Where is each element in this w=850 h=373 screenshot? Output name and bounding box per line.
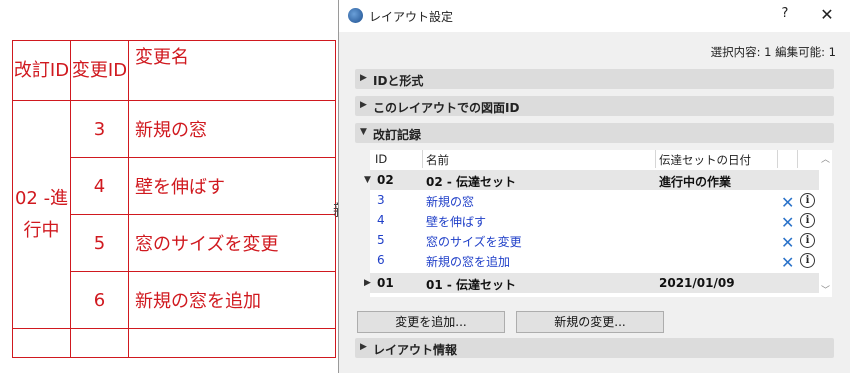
collapse-arrow-icon[interactable]: ▼ <box>364 175 371 185</box>
section-label: このレイアウトでの図面ID <box>373 101 520 115</box>
change-name-cell: 壁を伸ばす <box>128 157 336 215</box>
add-change-button[interactable]: 変更を追加... <box>357 311 505 333</box>
revision-date: 2021/01/09 <box>659 276 735 290</box>
revision-id: 02 <box>377 173 394 187</box>
change-name-cell: 新規の窓 <box>128 100 336 158</box>
change-name: 新規の窓を追加 <box>426 255 511 269</box>
info-icon[interactable]: i <box>800 193 815 208</box>
layout-settings-dialog: レイアウト設定 ? ✕ 選択内容: 1 編集可能: 1 ▶ IDと形式 ▶ この… <box>338 0 850 373</box>
section-id-and-format[interactable]: ▶ IDと形式 <box>355 69 834 89</box>
table-header: ID 名前 伝達セットの日付 <box>370 150 819 168</box>
change-id: 3 <box>377 193 385 207</box>
column-header-id[interactable]: ID <box>375 152 387 166</box>
change-row[interactable]: 5 窓のサイズを変更 ✕ i <box>370 230 819 252</box>
change-row[interactable]: 6 新規の窓を追加 ✕ i <box>370 250 819 272</box>
revision-label-cell: 02 -進行中 <box>12 100 71 329</box>
revision-date: 進行中の作業 <box>659 175 732 189</box>
section-label: レイアウト情報 <box>373 343 458 357</box>
section-drawing-id[interactable]: ▶ このレイアウトでの図面ID <box>355 96 834 116</box>
revision-id: 01 <box>377 276 394 290</box>
app-icon <box>348 8 363 23</box>
revision-history-table: ID 名前 伝達セットの日付 ▼ 02 02 - 伝達セット 進行中の作業 3 … <box>364 150 819 297</box>
change-name: 壁を伸ばす <box>426 215 487 229</box>
new-change-button[interactable]: 新規の変更... <box>516 311 664 333</box>
section-label: 改訂記録 <box>373 128 422 142</box>
change-id: 6 <box>377 253 385 267</box>
scroll-down-icon[interactable]: ﹀ <box>821 283 830 296</box>
dialog-title: レイアウト設定 <box>369 10 454 24</box>
selection-info: 選択内容: 1 編集可能: 1 <box>710 45 836 59</box>
revision-group-row[interactable]: ▶ 01 01 - 伝達セット 2021/01/09 <box>364 273 819 293</box>
column-divider <box>422 150 423 168</box>
change-id: 5 <box>377 233 385 247</box>
info-icon[interactable]: i <box>800 253 815 268</box>
empty-cell <box>12 328 71 358</box>
change-id-cell: 4 <box>70 157 129 215</box>
expand-arrow-icon: ▶ <box>360 100 367 110</box>
change-id-cell: 5 <box>70 214 129 272</box>
change-id-cell: 3 <box>70 100 129 158</box>
empty-cell <box>70 328 129 358</box>
info-icon[interactable]: i <box>800 213 815 228</box>
collapse-arrow-icon: ▼ <box>360 127 367 137</box>
change-name: 新規の窓 <box>426 195 475 209</box>
column-divider <box>655 150 656 168</box>
close-icon[interactable]: ✕ <box>817 5 837 25</box>
column-header-date[interactable]: 伝達セットの日付 <box>659 152 751 168</box>
background-revision-table: 改訂ID 変更ID 変更名 02 -進行中 3 新規の窓 4 壁を伸ばす 5 窓… <box>12 40 336 358</box>
empty-cell <box>128 328 336 358</box>
change-row[interactable]: 4 壁を伸ばす ✕ i <box>370 210 819 232</box>
section-layout-info[interactable]: ▶ レイアウト情報 <box>355 338 834 358</box>
header-change-name: 変更名 <box>128 40 336 101</box>
revision-group-row[interactable]: ▼ 02 02 - 伝達セット 進行中の作業 <box>364 170 819 190</box>
table-scrollbar[interactable]: ︿ ﹀ <box>819 150 832 297</box>
expand-arrow-icon: ▶ <box>360 342 367 352</box>
change-id: 4 <box>377 213 385 227</box>
change-name-cell: 新規の窓を追加 <box>128 271 336 329</box>
change-id-cell: 6 <box>70 271 129 329</box>
header-change-id: 変更ID <box>70 40 129 101</box>
dialog-titlebar[interactable]: レイアウト設定 ? ✕ <box>339 0 850 32</box>
scroll-up-icon[interactable]: ︿ <box>821 152 830 165</box>
expand-arrow-icon: ▶ <box>360 73 367 83</box>
section-revision-history[interactable]: ▼ 改訂記録 <box>355 123 834 143</box>
section-label: IDと形式 <box>373 74 424 88</box>
change-name: 窓のサイズを変更 <box>426 235 522 249</box>
expand-arrow-icon[interactable]: ▶ <box>364 278 371 288</box>
revision-name: 02 - 伝達セット <box>426 175 517 189</box>
delete-icon[interactable]: ✕ <box>781 253 794 272</box>
header-rev-id: 改訂ID <box>12 40 71 101</box>
column-divider <box>777 150 778 168</box>
info-icon[interactable]: i <box>800 233 815 248</box>
column-header-name[interactable]: 名前 <box>426 152 449 168</box>
help-button[interactable]: ? <box>777 6 793 26</box>
change-row[interactable]: 3 新規の窓 ✕ i <box>370 190 819 212</box>
change-name-cell: 窓のサイズを変更 <box>128 214 336 272</box>
column-divider <box>797 150 798 168</box>
revision-name: 01 - 伝達セット <box>426 278 517 292</box>
